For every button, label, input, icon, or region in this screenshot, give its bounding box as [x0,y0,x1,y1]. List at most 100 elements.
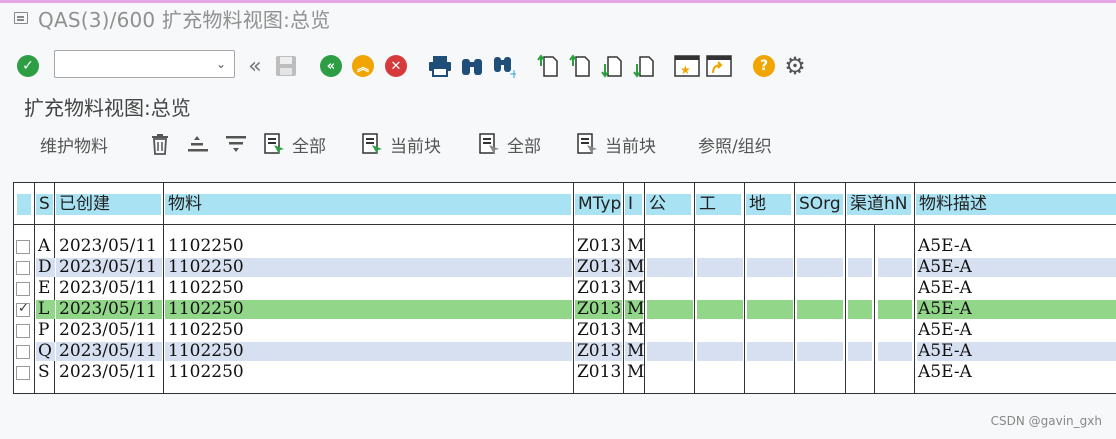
exit-button[interactable]: ︽ [351,54,375,78]
header-mtyp[interactable]: MTyp [575,194,621,215]
table-row[interactable]: L 2023/05/11 1102250 Z013M A5E-A [14,299,1116,320]
generate-shortcut-button[interactable] [706,54,732,78]
row-highlight [647,342,693,361]
header-material[interactable]: 物料 [165,194,571,215]
cell-description: A5E-A [918,236,972,256]
first-page-button[interactable] [536,54,560,78]
cell-description: A5E-A [918,341,972,361]
find-next-button[interactable]: + [492,54,516,78]
table-row[interactable]: A 2023/05/11 1102250 Z013 M A5E-A [14,236,1116,257]
row-select-checkbox[interactable] [16,282,30,296]
expand-button[interactable] [187,132,209,156]
question-icon: ? [753,55,775,77]
row-highlight [647,258,693,277]
exit-icon: ︽ [352,55,374,77]
enter-button[interactable]: ✓ [16,54,40,78]
material-views-table: S 已创建 物料 MTyp I 公 工 地 SOrg 渠道hN 物料描述 A 20… [13,182,1116,394]
deselect-all-label: 全部 [507,136,541,157]
command-field[interactable]: ⌄ [54,50,235,78]
header-plant[interactable]: 工 [696,194,741,215]
new-window-icon: ★ [674,55,700,77]
row-highlight [747,300,793,319]
header-created[interactable]: 已创建 [56,194,161,215]
header-s[interactable]: S [36,194,53,215]
cell-created: 2023/05/11 [59,320,157,340]
cell-created: 2023/05/11 [59,236,157,256]
row-highlight [797,258,843,277]
collapse-button[interactable] [225,132,247,156]
cell-i: M [627,299,645,319]
row-select-checkbox[interactable] [16,301,30,317]
row-highlight [797,342,843,361]
save-button[interactable] [274,54,298,78]
row-highlight [878,342,912,361]
check-icon: ✓ [17,55,39,77]
cell-created: 2023/05/11 [59,341,157,361]
row-select-checkbox[interactable] [16,366,30,380]
create-session-button[interactable]: ★ [674,54,700,78]
cell-material: 1102250 [168,257,244,277]
find-button[interactable] [460,54,484,78]
previous-page-button[interactable] [568,54,592,78]
svg-text:+: + [509,67,516,78]
help-button[interactable]: ? [752,54,776,78]
row-highlight [848,258,872,277]
row-select-checkbox[interactable] [16,261,30,275]
svg-text:★: ★ [680,63,691,77]
window-menu-icon[interactable] [14,12,28,24]
gear-icon: ⚙ [784,52,806,80]
table-row[interactable]: E 2023/05/11 1102250 Z013 M A5E-A [14,278,1116,299]
reference-org-button[interactable]: 参照/组织 [698,132,772,157]
chevron-down-icon[interactable]: ⌄ [216,57,226,71]
header-company[interactable]: 公 [646,194,691,215]
next-page-icon [601,56,622,78]
print-button[interactable] [428,54,452,78]
system-toolbar: ✓ ⌄ « « ︽ ✕ + ★ ? ⚙ [0,46,1116,86]
cell-material: 1102250 [168,299,244,319]
delete-button[interactable] [150,132,170,156]
cell-created: 2023/05/11 [59,278,157,298]
row-highlight [647,300,693,319]
first-page-icon [537,54,558,77]
history-back-button[interactable]: « [243,54,267,79]
cell-description: A5E-A [918,362,972,382]
row-highlight [848,300,872,319]
cancel-button[interactable]: ✕ [384,54,408,78]
cell-i: M [627,257,645,277]
cell-description: A5E-A [918,320,972,340]
deselect-block-button[interactable]: 当前块 [577,132,656,157]
header-description[interactable]: 物料描述 [916,194,1116,215]
cancel-icon: ✕ [385,55,407,77]
cell-created: 2023/05/11 [59,299,157,319]
header-location[interactable]: 地 [746,194,791,215]
next-page-button[interactable] [600,54,624,78]
select-all-button[interactable]: 全部 [264,132,326,157]
select-block-button[interactable]: 当前块 [362,132,441,157]
cell-description: A5E-A [918,257,972,277]
maintain-material-button[interactable]: 维护物料 [40,132,108,157]
header-channel[interactable]: 渠道hN [847,194,911,215]
previous-page-icon [569,54,590,77]
cell-i: M [627,362,645,382]
row-select-checkbox[interactable] [16,345,30,359]
back-icon: « [320,55,342,77]
customize-layout-button[interactable]: ⚙ [783,52,807,80]
row-highlight [747,342,793,361]
back-button[interactable]: « [319,54,343,78]
row-select-checkbox[interactable] [16,240,30,254]
cell-i: M [627,341,645,361]
cell-status: E [38,278,51,298]
deselect-block-label: 当前块 [605,136,656,157]
header-i[interactable]: I [625,194,642,215]
table-row[interactable]: D 2023/05/11 1102250 Z013 M A5E-A [14,257,1116,278]
row-select-checkbox[interactable] [16,324,30,338]
header-sorg[interactable]: SOrg [796,194,843,215]
table-row[interactable]: S 2023/05/11 1102250 Z013 M A5E-A [14,362,1116,383]
table-row[interactable]: P 2023/05/11 1102250 Z013 M A5E-A [14,320,1116,341]
deselect-all-button[interactable]: 全部 [479,132,541,157]
table-row[interactable]: Q 2023/05/11 1102250 Z013 M A5E-A [14,341,1116,362]
watermark: CSDN @gavin_gxh [990,414,1102,428]
cell-mtyp: Z013 [577,236,622,256]
header-select-column[interactable] [17,194,31,215]
last-page-button[interactable] [632,54,656,78]
